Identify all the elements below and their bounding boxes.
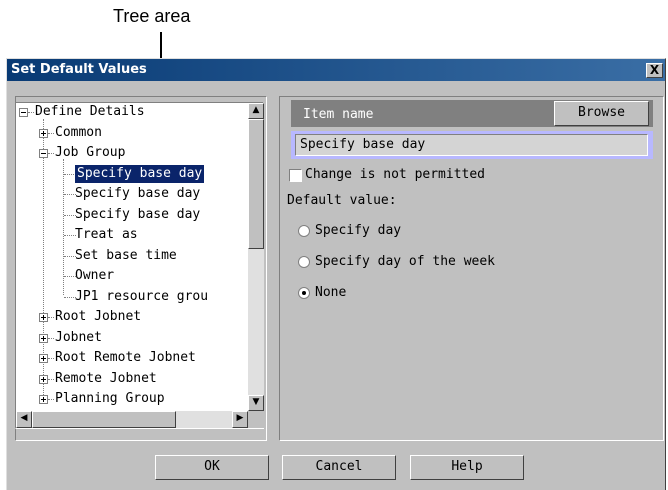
default-value-label: Default value: xyxy=(287,193,397,208)
tree-node[interactable]: JP1 resource grou xyxy=(75,288,208,306)
tree-node[interactable]: Remote Jobnet xyxy=(55,370,157,388)
scroll-up-button[interactable]: ▲ xyxy=(248,103,264,119)
option-specify-day-label[interactable]: Specify day xyxy=(315,223,401,238)
tree-node[interactable]: Specify base day xyxy=(73,163,206,184)
item-name-label: Item name xyxy=(303,107,374,122)
collapse-icon[interactable] xyxy=(39,149,48,158)
scrollbar-corner xyxy=(248,411,264,428)
radio-specify-day-of-week[interactable] xyxy=(298,256,310,268)
option-none-label[interactable]: None xyxy=(315,285,346,300)
tree-node[interactable]: Jobnet xyxy=(55,329,102,347)
tree-node[interactable]: Treat as xyxy=(75,226,138,244)
radio-none[interactable] xyxy=(298,287,310,299)
scroll-right-button[interactable]: ▶ xyxy=(232,411,248,428)
ok-button[interactable]: OK xyxy=(155,455,269,480)
expand-icon[interactable] xyxy=(39,354,48,363)
tree-connector-line xyxy=(48,132,54,134)
tree-vertical-scrollbar[interactable]: ▲ ▼ xyxy=(248,103,264,411)
tree-node[interactable]: Specify base day xyxy=(75,185,200,203)
tree-node[interactable]: Root Jobnet xyxy=(55,308,141,326)
close-button[interactable]: X xyxy=(646,63,663,78)
radio-specify-day[interactable] xyxy=(298,225,310,237)
option-specify-day-of-week-label[interactable]: Specify day of the week xyxy=(315,254,495,269)
expand-icon[interactable] xyxy=(39,313,48,322)
tree-node[interactable]: Root Remote Jobnet xyxy=(55,349,196,367)
expand-icon[interactable] xyxy=(39,395,48,404)
tree-area-annotation: Tree area xyxy=(113,6,191,26)
scroll-thumb-vertical[interactable] xyxy=(248,119,264,249)
window-title: Set Default Values xyxy=(11,62,147,77)
title-bar[interactable]: Set Default Values X xyxy=(7,59,665,81)
tree-connector-line xyxy=(48,378,54,380)
scroll-thumb-horizontal[interactable] xyxy=(32,411,176,428)
tree-node[interactable]: Job Group xyxy=(55,144,125,162)
tree-connector-line xyxy=(48,358,54,359)
tree-node[interactable]: Planning Group xyxy=(55,390,165,408)
scroll-down-button[interactable]: ▼ xyxy=(248,395,264,411)
tree-view[interactable]: Define Details Common Job Group Specify bas… xyxy=(15,102,264,429)
tree-connector-line xyxy=(28,112,34,113)
set-default-values-dialog: Set Default Values X Define Details Commo… xyxy=(6,58,666,490)
browse-button[interactable]: Browse xyxy=(554,101,649,126)
help-button[interactable]: Help xyxy=(410,455,524,480)
expand-icon[interactable] xyxy=(39,128,48,138)
collapse-icon[interactable] xyxy=(19,108,28,117)
expand-icon[interactable] xyxy=(39,374,48,384)
tree-connector-line xyxy=(48,399,54,400)
tree-connector-line xyxy=(48,337,54,339)
tree-horizontal-scrollbar[interactable]: ◀ ▶ xyxy=(16,411,248,428)
tree-guide-line xyxy=(63,159,64,295)
cancel-button[interactable]: Cancel xyxy=(282,455,396,480)
change-not-permitted-checkbox[interactable] xyxy=(289,169,302,182)
change-not-permitted-label[interactable]: Change is not permitted xyxy=(305,167,485,182)
expand-icon[interactable] xyxy=(39,333,48,343)
tree-node[interactable]: Common xyxy=(55,124,102,142)
tree-node[interactable]: Define Details xyxy=(35,103,145,121)
tree-node[interactable]: Specify base day xyxy=(75,206,200,224)
tree-node[interactable]: Owner xyxy=(75,267,114,285)
item-value-field: Specify base day xyxy=(295,134,648,156)
tree-connector-line xyxy=(48,317,54,318)
tree-connector-line xyxy=(48,153,54,154)
tree-node[interactable]: Set base time xyxy=(75,247,177,265)
scroll-left-button[interactable]: ◀ xyxy=(16,411,32,428)
